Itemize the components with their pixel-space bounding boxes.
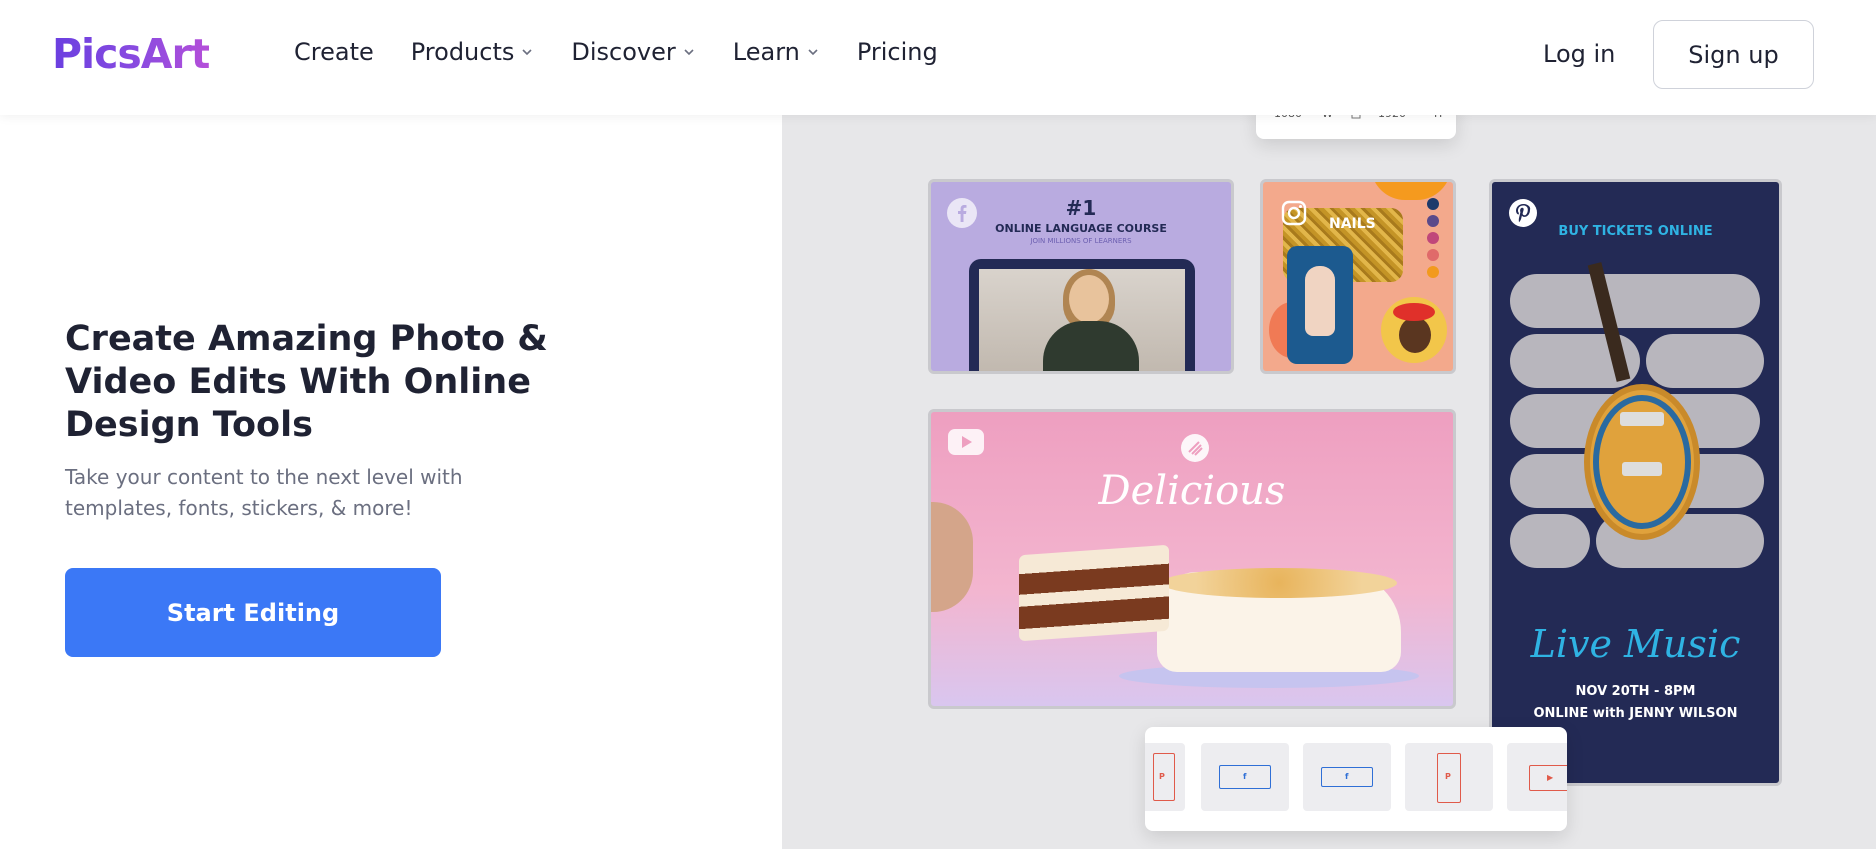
brand-mark-icon [1181,434,1209,462]
color-swatch [1427,232,1439,244]
height-unit: H [1434,115,1442,120]
youtube-icon: ▶ [1547,773,1554,782]
pinterest-template-card[interactable]: BUY TICKETS ONLINE Live Music NOV 20TH -… [1489,179,1782,786]
format-option-youtube[interactable]: ▶ [1507,743,1567,811]
canvas-size-bar: 1080 W 1920 H [1256,115,1456,139]
chevron-down-icon [522,49,532,56]
nav-products-label: Products [410,38,515,66]
instagram-icon [1281,200,1307,226]
pinterest-icon: P [1159,772,1165,781]
nav-pricing[interactable]: Pricing [857,38,938,66]
chevron-down-icon [808,49,818,56]
format-option-pinterest[interactable]: P [1145,743,1185,811]
laptop-screen [979,269,1185,371]
lock-icon [1351,115,1361,119]
pin-card-title: Live Music [1530,622,1741,666]
ig-decor-shape [1371,182,1451,200]
color-swatch [1427,198,1439,210]
guitar-illustration [1584,262,1700,540]
color-swatch [1427,215,1439,227]
nav-discover[interactable]: Discover [571,38,695,66]
signup-button[interactable]: Sign up [1653,20,1814,89]
picsart-logo[interactable]: PicsArt [52,30,210,78]
instagram-template-card[interactable]: NAILS [1260,179,1456,374]
format-option-facebook-post[interactable]: f [1303,743,1391,811]
format-selector: P f f P ▶ [1145,727,1567,831]
nav-products[interactable]: Products [411,38,535,66]
nav-create-label: Create [294,38,374,66]
laptop-illustration [969,259,1195,371]
pin-card-host: ONLINE with JENNY WILSON [1533,706,1738,721]
ig-portrait-flowers [1393,303,1435,321]
pin-card-date: NOV 20TH - 8PM [1575,684,1696,699]
nav-learn-label: Learn [732,38,800,66]
nav-discover-label: Discover [571,38,676,66]
chevron-down-icon [684,49,694,56]
hero-subtitle: Take your content to the next level with… [65,465,463,520]
yt-card-title: Delicious [1098,468,1286,514]
color-swatch [1427,266,1439,278]
facebook-icon: f [1243,772,1247,781]
nav-create[interactable]: Create [294,38,374,66]
fb-card-headline: #1 [1065,196,1097,220]
template-showcase: 1080 W 1920 H #1 ONLINE LANGUAGE COURSE … [782,115,1876,849]
format-option-pinterest-pin[interactable]: P [1405,743,1493,811]
hand-photo [931,502,973,612]
height-value: 1920 [1378,115,1406,120]
nav-learn[interactable]: Learn [733,38,820,66]
fb-card-subtitle: JOIN MILLIONS OF LEARNERS [1030,237,1132,245]
main-nav: Create Products Discover Learn Pricing [294,38,938,66]
ig-portrait-photo [1381,297,1447,363]
site-header: PicsArt Create Products Discover Learn P… [0,0,1876,115]
width-value: 1080 [1274,115,1302,120]
person-body [1043,321,1139,371]
ig-hand-palm [1305,266,1335,336]
person-head [1069,275,1109,323]
color-swatches [1427,198,1439,278]
ig-hand-photo [1287,246,1353,364]
youtube-icon [948,429,984,455]
nav-pricing-label: Pricing [856,38,938,66]
facebook-template-card[interactable]: #1 ONLINE LANGUAGE COURSE JOIN MILLIONS … [928,179,1234,374]
pinterest-icon: P [1445,772,1451,781]
ig-card-title: NAILS [1329,216,1376,232]
start-editing-button[interactable]: Start Editing [65,568,441,657]
pin-card-headline: BUY TICKETS ONLINE [1558,224,1713,239]
facebook-icon: f [1345,772,1349,781]
color-swatch [1427,249,1439,261]
hero-title: Create Amazing Photo & Video Edits With … [65,319,548,445]
format-option-facebook[interactable]: f [1201,743,1289,811]
ig-portrait-face [1399,317,1431,353]
fb-card-title: ONLINE LANGUAGE COURSE [995,222,1167,235]
cake-slice [1019,544,1169,642]
width-unit: W [1322,115,1333,120]
youtube-template-card[interactable]: Delicious [928,409,1456,709]
login-link[interactable]: Log in [1543,40,1615,68]
cake-top [1161,568,1397,598]
